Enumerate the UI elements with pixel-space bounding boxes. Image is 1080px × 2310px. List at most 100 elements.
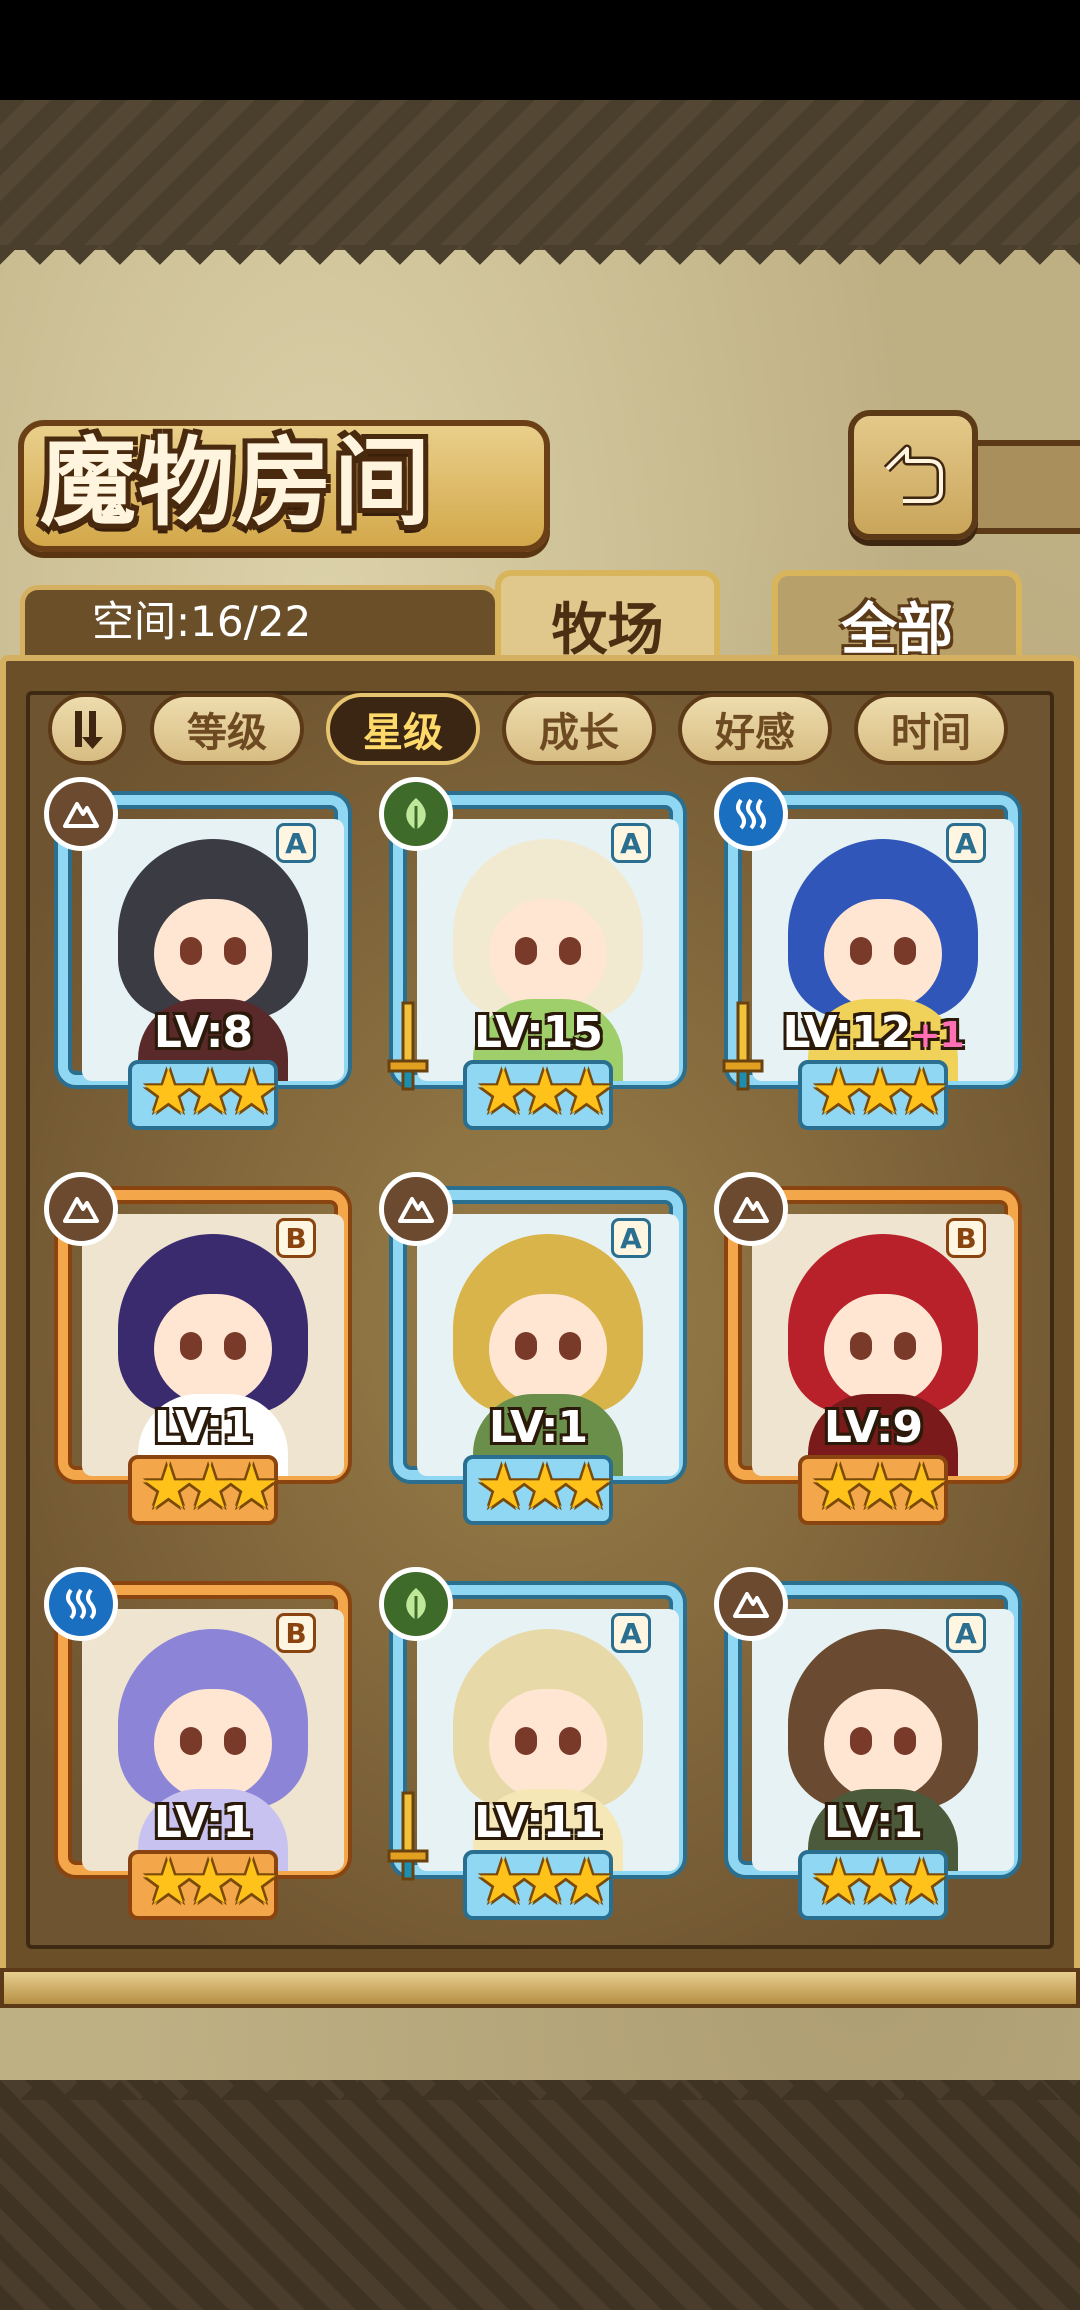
portrait-eye [515,1332,537,1360]
monster-level: LV:1 [718,1797,1028,1848]
portrait-face [824,1294,942,1404]
portrait-eye [850,1332,872,1360]
earth-icon [44,1172,118,1246]
portrait-face [154,1689,272,1799]
portrait-eye [559,1727,581,1755]
level-value: LV:1 [153,1402,253,1453]
portrait-eye [224,1332,246,1360]
star-rating: ★★★ [475,1845,615,1918]
portrait-eye [559,1332,581,1360]
star-rating: ★★★ [810,1450,950,1523]
monster-level: LV:11 [383,1797,693,1848]
sort-time-button[interactable]: 时间 [854,693,1008,765]
star-rating: ★★★ [140,1450,280,1523]
monster-level: LV:9 [718,1402,1028,1453]
rarity-badge: B [276,1613,316,1653]
rarity-badge: A [276,823,316,863]
portrait-eye [515,1727,537,1755]
star-rating: ★★★ [140,1845,280,1918]
portrait-face [489,1689,607,1799]
portrait-eye [559,937,581,965]
level-value: LV:1 [488,1402,588,1453]
portrait-eye [894,1332,916,1360]
level-value: LV:8 [153,1007,253,1058]
panel-bottom-rail [0,1968,1080,2008]
monster-card[interactable]: A LV:1 ★★★ [714,1567,1028,1935]
earth-icon [379,1172,453,1246]
zigzag-border-top [0,245,1080,285]
monster-level: LV:8 [48,1007,358,1058]
rarity-badge: A [946,1613,986,1653]
portrait-eye [180,1727,202,1755]
monster-card[interactable]: A LV:15 ★★★ [379,777,693,1145]
monster-level: LV:1 [48,1797,358,1848]
rarity-badge: A [946,823,986,863]
portrait-face [489,899,607,1009]
level-value: LV:1 [823,1797,923,1848]
level-value: LV:15 [474,1007,603,1058]
rarity-badge: A [611,1218,651,1258]
portrait-eye [180,1332,202,1360]
star-rating: ★★★ [475,1055,615,1128]
monster-level: LV:12+1 [718,1007,1028,1058]
star-rating: ★★★ [810,1845,950,1918]
portrait-face [154,1294,272,1404]
portrait-face [489,1294,607,1404]
monster-card[interactable]: B LV:9 ★★★ [714,1172,1028,1540]
rarity-badge: B [946,1218,986,1258]
back-button[interactable] [848,410,978,540]
portrait-face [824,899,942,1009]
return-icon [883,444,946,506]
earth-icon [44,777,118,851]
map-background-bottom [0,2080,1080,2310]
sort-growth-button[interactable]: 成长 [502,693,656,765]
portrait-face [154,899,272,1009]
space-counter: 空间:16/22 [92,597,312,646]
earth-icon [714,1567,788,1641]
portrait-eye [850,937,872,965]
sort-star-button[interactable]: 星级 [326,693,480,765]
monster-card[interactable]: B LV:1 ★★★ [44,1567,358,1935]
star-rating: ★★★ [810,1055,950,1128]
monster-card[interactable]: A LV:8 ★★★ [44,777,358,1145]
sort-level-button[interactable]: 等级 [150,693,304,765]
portrait-eye [180,937,202,965]
monster-card[interactable]: A LV:1 ★★★ [379,1172,693,1540]
leaf-icon [379,777,453,851]
rarity-badge: A [611,823,651,863]
header-rail [968,440,1080,534]
portrait-face [824,1689,942,1799]
level-value: LV:11 [474,1797,603,1848]
portrait-eye [515,937,537,965]
monster-level: LV:1 [48,1402,358,1453]
level-value: LV:9 [823,1402,923,1453]
star-rating: ★★★ [475,1450,615,1523]
sort-order-icon [75,711,103,749]
map-background-top [0,100,1080,250]
monster-card[interactable]: A LV:12+1 ★★★ [714,777,1028,1145]
status-bar [0,0,1080,100]
portrait-eye [224,937,246,965]
portrait-eye [850,1727,872,1755]
leaf-icon [379,1567,453,1641]
rarity-badge: A [611,1613,651,1653]
sort-affection-button[interactable]: 好感 [678,693,832,765]
level-bonus: +1 [910,1015,964,1056]
page-title: 魔物房间 [40,426,432,539]
star-rating: ★★★ [140,1055,280,1128]
portrait-eye [224,1727,246,1755]
monster-card[interactable]: A LV:11 ★★★ [379,1567,693,1935]
portrait-eye [894,1727,916,1755]
monster-card[interactable]: B LV:1 ★★★ [44,1172,358,1540]
water-icon [44,1567,118,1641]
water-icon [714,777,788,851]
monster-level: LV:1 [383,1402,693,1453]
rarity-badge: B [276,1218,316,1258]
monster-level: LV:15 [383,1007,693,1058]
sort-order-toggle[interactable] [48,693,126,765]
earth-icon [714,1172,788,1246]
zigzag-border-bottom [0,2060,1080,2100]
portrait-eye [894,937,916,965]
level-value: LV:1 [153,1797,253,1848]
level-value: LV:12 [782,1007,911,1058]
